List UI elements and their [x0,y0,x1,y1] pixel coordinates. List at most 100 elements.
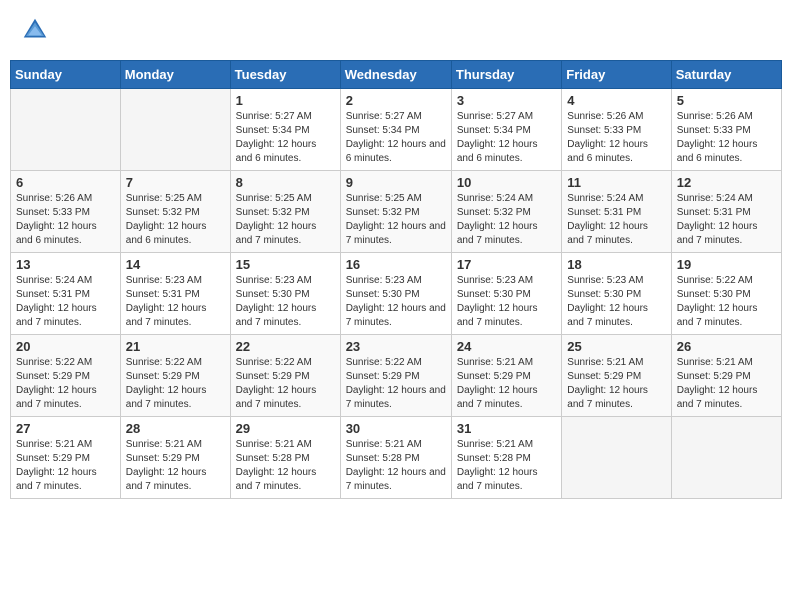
calendar-week-4: 27 Sunrise: 5:21 AM Sunset: 5:29 PM Dayli… [11,417,782,499]
day-info: Sunrise: 5:26 AM Sunset: 5:33 PM Dayligh… [567,110,665,166]
calendar-cell: 7 Sunrise: 5:25 AM Sunset: 5:32 PM Daylig… [120,171,230,253]
calendar-cell: 27 Sunrise: 5:21 AM Sunset: 5:29 PM Dayli… [11,417,121,499]
day-number: 20 [16,339,115,354]
day-info: Sunrise: 5:22 AM Sunset: 5:29 PM Dayligh… [16,356,115,412]
day-number: 28 [126,421,225,436]
weekday-header-friday: Friday [562,61,671,89]
calendar-cell: 14 Sunrise: 5:23 AM Sunset: 5:31 PM Dayli… [120,253,230,335]
day-number: 1 [236,93,335,108]
calendar-cell: 2 Sunrise: 5:27 AM Sunset: 5:34 PM Daylig… [340,89,451,171]
calendar-cell: 11Sunrise: 5:24 AM Sunset: 5:31 PM Dayli… [562,171,671,253]
calendar-cell: 15Sunrise: 5:23 AM Sunset: 5:30 PM Dayli… [230,253,340,335]
calendar-cell: 1Sunrise: 5:27 AM Sunset: 5:34 PM Daylig… [230,89,340,171]
day-number: 29 [236,421,335,436]
calendar-cell: 30 Sunrise: 5:21 AM Sunset: 5:28 PM Dayli… [340,417,451,499]
day-number: 19 [677,257,776,272]
day-info: Sunrise: 5:22 AM Sunset: 5:29 PM Dayligh… [346,356,446,412]
day-number: 24 [457,339,556,354]
calendar-cell: 13 Sunrise: 5:24 AM Sunset: 5:31 PM Dayli… [11,253,121,335]
logo [20,15,54,45]
day-info: Sunrise: 5:22 AM Sunset: 5:29 PM Dayligh… [236,356,335,412]
day-number: 16 [346,257,446,272]
day-info: Sunrise: 5:26 AM Sunset: 5:33 PM Dayligh… [16,192,115,248]
calendar-cell: 21 Sunrise: 5:22 AM Sunset: 5:29 PM Dayli… [120,335,230,417]
calendar-cell: 12 Sunrise: 5:24 AM Sunset: 5:31 PM Dayli… [671,171,781,253]
day-number: 12 [677,175,776,190]
calendar-cell: 17 Sunrise: 5:23 AM Sunset: 5:30 PM Dayli… [451,253,561,335]
day-info: Sunrise: 5:27 AM Sunset: 5:34 PM Dayligh… [457,110,556,166]
day-number: 9 [346,175,446,190]
day-number: 27 [16,421,115,436]
calendar-cell: 6 Sunrise: 5:26 AM Sunset: 5:33 PM Daylig… [11,171,121,253]
day-number: 7 [126,175,225,190]
day-number: 3 [457,93,556,108]
day-number: 6 [16,175,115,190]
calendar-cell: 18 Sunrise: 5:23 AM Sunset: 5:30 PM Dayli… [562,253,671,335]
day-info: Sunrise: 5:24 AM Sunset: 5:31 PM Dayligh… [16,274,115,330]
calendar-cell: 26 Sunrise: 5:21 AM Sunset: 5:29 PM Dayli… [671,335,781,417]
day-info: Sunrise: 5:21 AM Sunset: 5:28 PM Dayligh… [346,438,446,494]
day-info: Sunrise: 5:21 AM Sunset: 5:29 PM Dayligh… [677,356,776,412]
day-number: 30 [346,421,446,436]
calendar-cell: 16 Sunrise: 5:23 AM Sunset: 5:30 PM Dayli… [340,253,451,335]
day-info: Sunrise: 5:21 AM Sunset: 5:28 PM Dayligh… [236,438,335,494]
day-number: 26 [677,339,776,354]
day-number: 11 [567,175,665,190]
calendar-cell [11,89,121,171]
calendar-cell: 29 Sunrise: 5:21 AM Sunset: 5:28 PM Dayli… [230,417,340,499]
day-info: Sunrise: 5:24 AM Sunset: 5:32 PM Dayligh… [457,192,556,248]
day-info: Sunrise: 5:25 AM Sunset: 5:32 PM Dayligh… [346,192,446,248]
day-number: 21 [126,339,225,354]
calendar-cell: 4 Sunrise: 5:26 AM Sunset: 5:33 PM Daylig… [562,89,671,171]
day-number: 14 [126,257,225,272]
day-number: 23 [346,339,446,354]
day-info: Sunrise: 5:23 AM Sunset: 5:30 PM Dayligh… [567,274,665,330]
day-info: Sunrise: 5:25 AM Sunset: 5:32 PM Dayligh… [236,192,335,248]
day-number: 17 [457,257,556,272]
weekday-header-wednesday: Wednesday [340,61,451,89]
calendar-cell: 28 Sunrise: 5:21 AM Sunset: 5:29 PM Dayli… [120,417,230,499]
calendar-cell [120,89,230,171]
day-info: Sunrise: 5:21 AM Sunset: 5:29 PM Dayligh… [16,438,115,494]
day-info: Sunrise: 5:21 AM Sunset: 5:29 PM Dayligh… [126,438,225,494]
calendar-header: SundayMondayTuesdayWednesdayThursdayFrid… [11,61,782,89]
calendar-cell: 20 Sunrise: 5:22 AM Sunset: 5:29 PM Dayli… [11,335,121,417]
weekday-header-saturday: Saturday [671,61,781,89]
calendar-week-1: 6 Sunrise: 5:26 AM Sunset: 5:33 PM Daylig… [11,171,782,253]
weekday-header-row: SundayMondayTuesdayWednesdayThursdayFrid… [11,61,782,89]
day-info: Sunrise: 5:23 AM Sunset: 5:30 PM Dayligh… [346,274,446,330]
day-number: 10 [457,175,556,190]
calendar-cell: 22 Sunrise: 5:22 AM Sunset: 5:29 PM Dayli… [230,335,340,417]
day-info: Sunrise: 5:24 AM Sunset: 5:31 PM Dayligh… [677,192,776,248]
day-info: Sunrise: 5:27 AM Sunset: 5:34 PM Dayligh… [346,110,446,166]
calendar-cell [562,417,671,499]
calendar-cell: 19 Sunrise: 5:22 AM Sunset: 5:30 PM Dayli… [671,253,781,335]
day-number: 4 [567,93,665,108]
day-number: 15 [236,257,335,272]
weekday-header-thursday: Thursday [451,61,561,89]
day-info: Sunrise: 5:21 AM Sunset: 5:29 PM Dayligh… [567,356,665,412]
calendar-week-0: 1 Sunrise: 5:27 AM Sunset: 5:34 PM Daylig… [11,89,782,171]
day-number: 25 [567,339,665,354]
day-number: 22 [236,339,335,354]
day-info: Sunrise: 5:22 AM Sunset: 5:29 PM Dayligh… [126,356,225,412]
day-number: 2 [346,93,446,108]
calendar-cell [671,417,781,499]
day-number: 18 [567,257,665,272]
day-info: Sunrise: 5:22 AM Sunset: 5:30 PM Dayligh… [677,274,776,330]
day-info: Sunrise: 5:21 AM Sunset: 5:28 PM Dayligh… [457,438,556,494]
logo-icon [20,15,50,45]
day-info: Sunrise: 5:26 AM Sunset: 5:33 PM Dayligh… [677,110,776,166]
day-info: Sunrise: 5:21 AM Sunset: 5:29 PM Dayligh… [457,356,556,412]
calendar-cell: 9 Sunrise: 5:25 AM Sunset: 5:32 PM Daylig… [340,171,451,253]
day-info: Sunrise: 5:25 AM Sunset: 5:32 PM Dayligh… [126,192,225,248]
day-number: 31 [457,421,556,436]
day-info: Sunrise: 5:23 AM Sunset: 5:31 PM Dayligh… [126,274,225,330]
day-number: 13 [16,257,115,272]
calendar-cell: 24 Sunrise: 5:21 AM Sunset: 5:29 PM Dayli… [451,335,561,417]
day-info: Sunrise: 5:23 AM Sunset: 5:30 PM Dayligh… [457,274,556,330]
weekday-header-monday: Monday [120,61,230,89]
calendar-cell: 25 Sunrise: 5:21 AM Sunset: 5:29 PM Dayli… [562,335,671,417]
calendar-cell: 10 Sunrise: 5:24 AM Sunset: 5:32 PM Dayli… [451,171,561,253]
day-number: 8 [236,175,335,190]
